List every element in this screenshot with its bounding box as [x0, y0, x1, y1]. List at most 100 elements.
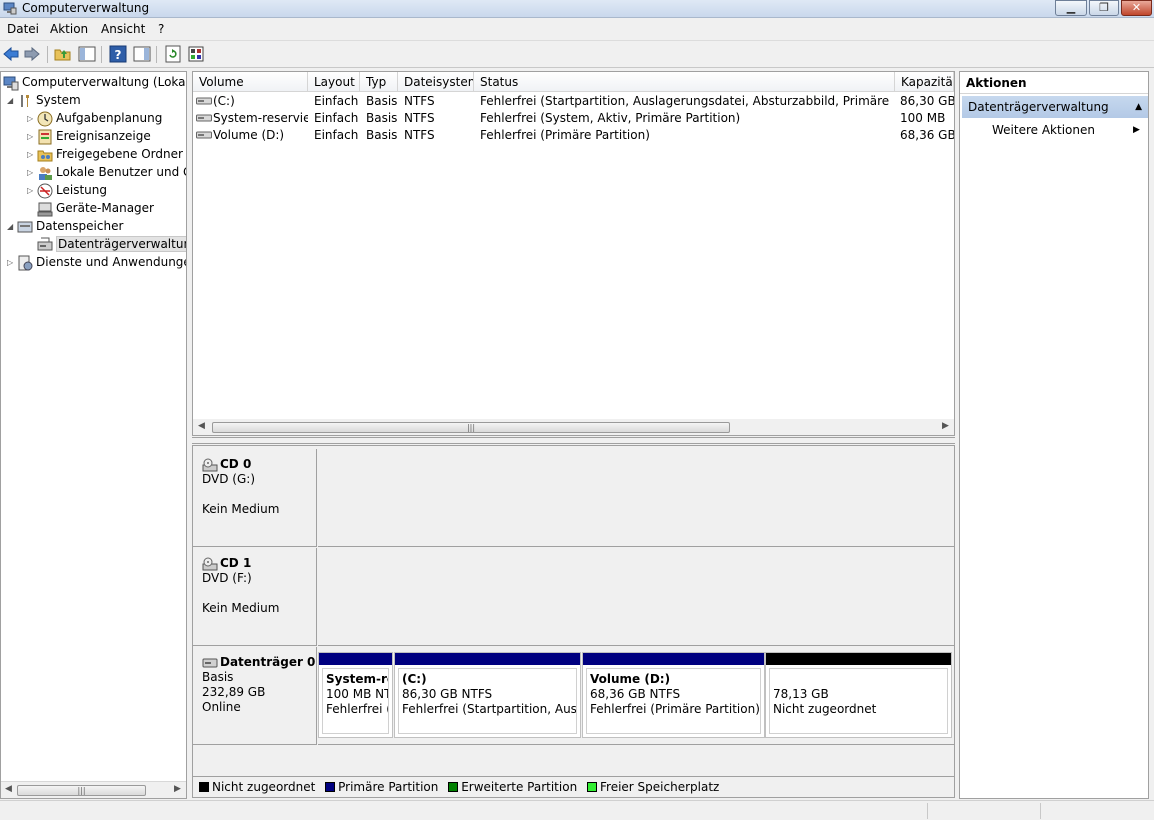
disk-area-cd1 — [318, 548, 954, 646]
tree-item-ereignisanzeige[interactable]: ▷ Ereignisanzeige — [27, 127, 151, 145]
collapse-up-icon[interactable]: ▲ — [1135, 96, 1142, 118]
menu-datei[interactable]: Datei — [7, 22, 39, 36]
cell-layout: Einfach — [314, 94, 359, 108]
refresh-icon[interactable] — [164, 45, 182, 63]
minimize-icon: ▁ — [1066, 1, 1076, 14]
scroll-left-icon[interactable]: ◀ — [198, 421, 205, 431]
tree-item-dienste[interactable]: ▷ Dienste und Anwendungen — [7, 253, 186, 272]
column-header-kapazitaet[interactable]: Kapazität — [895, 72, 954, 92]
minimize-button[interactable]: ▁ — [1055, 0, 1087, 16]
expand-icon[interactable]: ▷ — [7, 254, 17, 272]
column-header-status[interactable]: Status — [474, 72, 895, 92]
cell-kapazitaet: 100 MB — [900, 111, 946, 125]
tree-item-system[interactable]: ◢ System — [7, 91, 81, 109]
close-button[interactable]: ✕ — [1121, 0, 1152, 16]
partition-status: Nicht zugeordnet — [773, 702, 877, 716]
properties-icon[interactable] — [187, 45, 205, 63]
tree-item-freigegebene-ordner[interactable]: ▷ Freigegebene Ordner — [27, 145, 183, 163]
back-icon[interactable] — [2, 45, 20, 63]
disk-name: Datenträger 0 — [220, 655, 316, 669]
menu-ansicht[interactable]: Ansicht — [101, 22, 145, 36]
cell-kapazitaet: 68,36 GB — [900, 128, 954, 142]
cd-drive-icon — [202, 458, 218, 471]
volume-icon — [196, 114, 212, 122]
tree-item-label: Lokale Benutzer und Gruppen — [56, 165, 186, 179]
disk-name: CD 1 — [220, 556, 252, 570]
legend-swatch — [448, 782, 459, 792]
actions-section-header[interactable]: Datenträgerverwaltung ▲ — [962, 96, 1148, 118]
column-header-volume[interactable]: Volume — [193, 72, 308, 92]
column-header-dateisystem[interactable]: Dateisystem — [398, 72, 474, 92]
disk-label-cd0[interactable]: CD 0 DVD (G:) Kein Medium — [193, 449, 317, 547]
partition-d[interactable]: Volume (D:) 68,36 GB NTFS Fehlerfrei (Prim… — [582, 652, 765, 738]
partition-name: System-reserviert — [326, 672, 388, 686]
disk-label-cd1[interactable]: CD 1 DVD (F:) Kein Medium — [193, 548, 317, 646]
expand-icon[interactable]: ▷ — [27, 164, 37, 182]
event-viewer-icon — [38, 129, 52, 144]
cell-layout: Einfach — [314, 128, 359, 142]
expand-icon[interactable]: ▷ — [27, 146, 37, 164]
scroll-right-icon[interactable]: ▶ — [942, 421, 949, 431]
tree-item-leistung[interactable]: ▷ Leistung — [27, 181, 107, 199]
tree-item-geraete-manager[interactable]: Geräte-Manager — [37, 199, 154, 217]
column-header-typ[interactable]: Typ — [360, 72, 398, 92]
disk-label-disk0[interactable]: Datenträger 0 Basis 232,89 GB Online — [193, 647, 317, 745]
toolbar: ? — [0, 42, 1154, 68]
users-icon — [39, 166, 52, 180]
tree-item-label: Datenspeicher — [36, 219, 124, 233]
expand-icon[interactable]: ▷ — [27, 110, 37, 128]
up-folder-icon[interactable] — [54, 45, 72, 63]
cell-status: Fehlerfrei (Primäre Partition) — [480, 128, 650, 142]
close-icon: ✕ — [1131, 1, 1142, 14]
disk-media-status: Kein Medium — [202, 502, 280, 516]
volume-list-horizontal-scrollbar[interactable]: ◀ ||| ▶ — [193, 419, 954, 435]
expand-icon[interactable]: ▷ — [27, 128, 37, 146]
legend-swatch — [199, 782, 209, 792]
tools-icon — [21, 94, 29, 107]
disk-size — [202, 487, 316, 502]
title-bar: Computerverwaltung ▁ ❐ ✕ — [0, 0, 1154, 18]
tree-item-aufgabenplanung[interactable]: ▷ Aufgabenplanung — [27, 109, 162, 127]
collapse-icon[interactable]: ◢ — [7, 92, 17, 110]
scroll-thumb[interactable]: ||| — [212, 422, 730, 433]
cell-typ: Basis — [366, 128, 398, 142]
maximize-button[interactable]: ❐ — [1089, 0, 1119, 16]
tree-item-label: Geräte-Manager — [56, 201, 154, 215]
scroll-left-icon[interactable]: ◀ — [5, 784, 12, 794]
cell-kapazitaet: 86,30 GB — [900, 94, 954, 108]
tree-item-lokale-benutzer[interactable]: ▷ Lokale Benutzer und Gruppen — [27, 163, 186, 182]
partition-c[interactable]: (C:) 86,30 GB NTFS Fehlerfrei (Startpartit… — [394, 652, 581, 738]
column-header-layout[interactable]: Layout — [308, 72, 360, 92]
cell-volume: Volume (D:) — [213, 128, 285, 142]
menu-bar: Datei Aktion Ansicht ? — [0, 19, 1154, 41]
partition-unallocated[interactable]: 78,13 GB Nicht zugeordnet — [765, 652, 952, 738]
tree-item-root[interactable]: Computerverwaltung (Lokal) — [3, 73, 186, 91]
partition-size: 86,30 GB NTFS — [402, 687, 493, 701]
cell-volume: (C:) — [213, 94, 235, 108]
scroll-right-icon[interactable]: ▶ — [174, 784, 181, 794]
help-icon[interactable]: ? — [109, 45, 127, 63]
menu-help[interactable]: ? — [158, 22, 164, 36]
restore-icon: ❐ — [1099, 1, 1109, 14]
expand-icon[interactable]: ▷ — [27, 182, 37, 200]
status-bar — [0, 800, 1154, 820]
collapse-icon[interactable]: ◢ — [7, 218, 17, 236]
legend-label: Freier Speicherplatz — [600, 780, 720, 794]
cell-dateisystem: NTFS — [404, 128, 435, 142]
tree-item-datentraegerverwaltung[interactable]: Datenträgerverwaltung — [37, 235, 186, 253]
partition-system-reserved[interactable]: System-reserviert100 MB NTFSFehlerfrei (… — [318, 652, 393, 738]
volume-icon — [196, 131, 212, 139]
show-hide-tree-icon[interactable] — [78, 45, 96, 63]
menu-aktion[interactable]: Aktion — [50, 22, 88, 36]
partition-size: 68,36 GB NTFS — [590, 687, 681, 701]
submenu-arrow-icon: ▶ — [1133, 125, 1140, 135]
tree-horizontal-scrollbar[interactable]: ◀ ||| ▶ — [1, 781, 186, 798]
forward-icon[interactable] — [23, 45, 41, 63]
tree-item-datenspeicher[interactable]: ◢ Datenspeicher — [7, 217, 123, 235]
scroll-thumb[interactable]: ||| — [17, 785, 146, 796]
disk-size: 232,89 GB — [202, 685, 266, 699]
more-actions-item[interactable]: Weitere Aktionen — [992, 123, 1095, 137]
disk-area-disk0: System-reserviert100 MB NTFSFehlerfrei (… — [318, 647, 954, 745]
pane-splitter[interactable] — [192, 437, 955, 444]
show-hide-action-pane-icon[interactable] — [133, 45, 151, 63]
